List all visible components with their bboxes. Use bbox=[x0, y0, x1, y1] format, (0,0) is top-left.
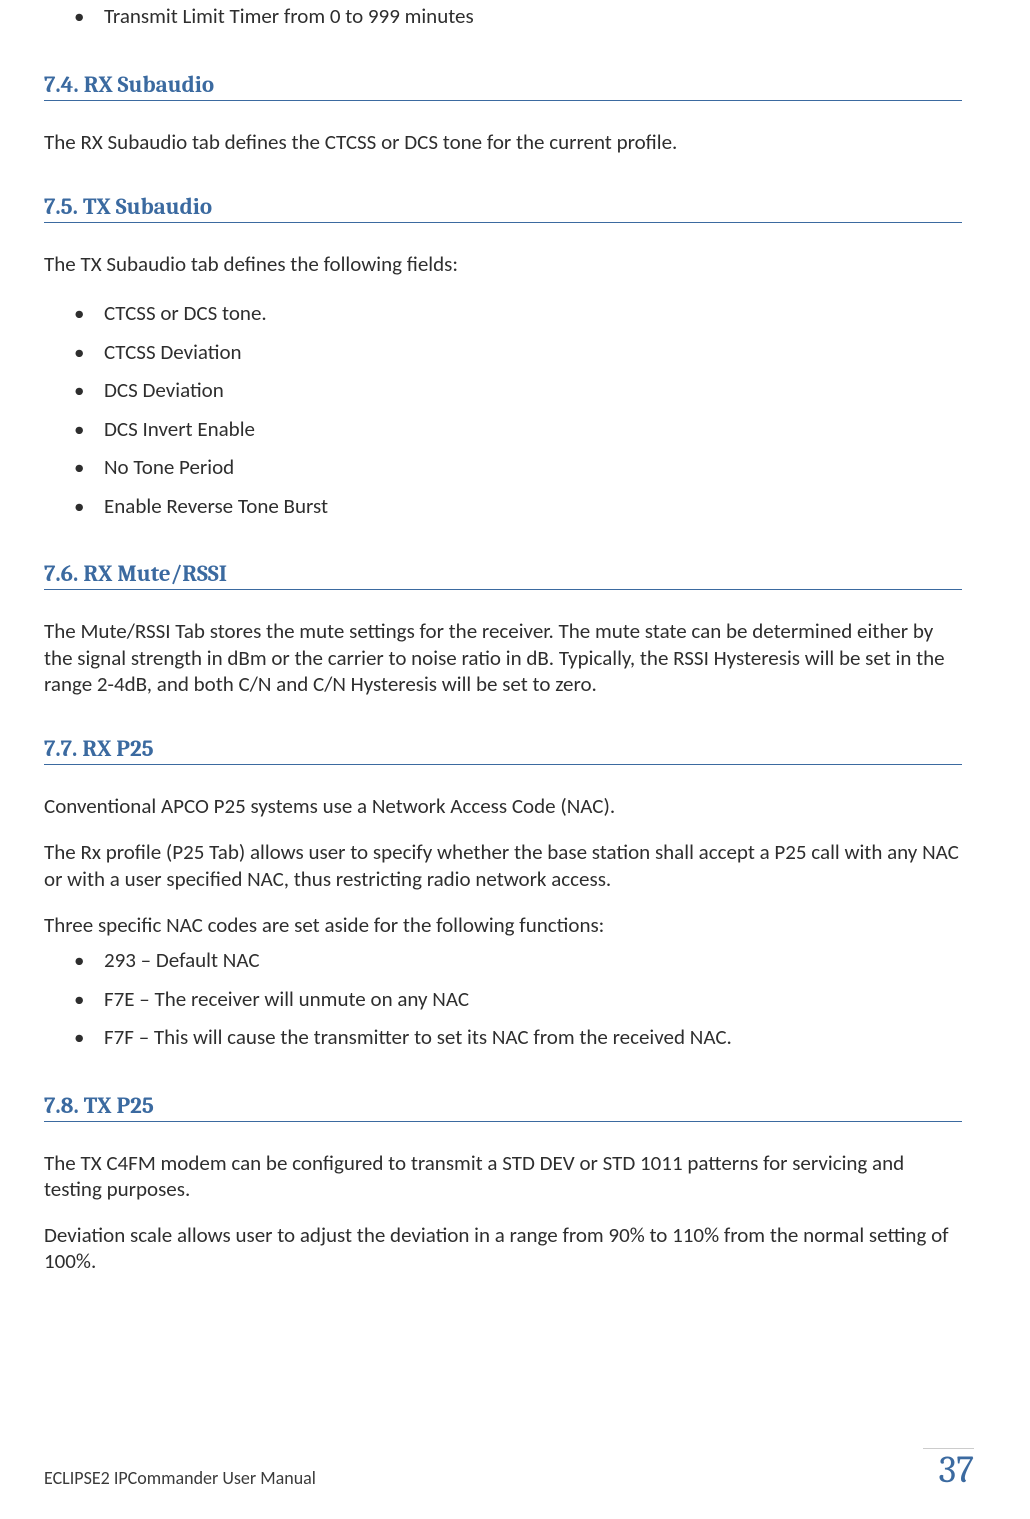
list-item: Transmit Limit Timer from 0 to 999 minut… bbox=[74, 0, 962, 33]
heading-7-6: 7.6. RX Mute/RSSI bbox=[44, 560, 962, 590]
list-item: No Tone Period bbox=[74, 451, 962, 484]
paragraph: The Mute/RSSI Tab stores the mute settin… bbox=[44, 618, 962, 697]
paragraph: Conventional APCO P25 systems use a Netw… bbox=[44, 793, 962, 819]
list-item: F7F – This will cause the transmitter to… bbox=[74, 1021, 962, 1054]
page: Transmit Limit Timer from 0 to 999 minut… bbox=[0, 0, 1030, 1519]
list-item: CTCSS Deviation bbox=[74, 336, 962, 369]
paragraph: The RX Subaudio tab defines the CTCSS or… bbox=[44, 129, 962, 155]
list-item: F7E – The receiver will unmute on any NA… bbox=[74, 983, 962, 1016]
heading-7-7: 7.7. RX P25 bbox=[44, 735, 962, 765]
list-item: Enable Reverse Tone Burst bbox=[74, 490, 962, 523]
list-item: DCS Deviation bbox=[74, 374, 962, 407]
paragraph: The Rx profile (P25 Tab) allows user to … bbox=[44, 839, 962, 892]
top-list: Transmit Limit Timer from 0 to 999 minut… bbox=[44, 0, 962, 33]
list-item: DCS Invert Enable bbox=[74, 413, 962, 446]
content-area: Transmit Limit Timer from 0 to 999 minut… bbox=[44, 0, 962, 1275]
heading-7-5: 7.5. TX Subaudio bbox=[44, 193, 962, 223]
page-number: 37 bbox=[923, 1448, 974, 1489]
list-item: 293 – Default NAC bbox=[74, 944, 962, 977]
paragraph: Deviation scale allows user to adjust th… bbox=[44, 1222, 962, 1275]
list-item: CTCSS or DCS tone. bbox=[74, 297, 962, 330]
tx-subaudio-list: CTCSS or DCS tone. CTCSS Deviation DCS D… bbox=[44, 297, 962, 522]
heading-7-4: 7.4. RX Subaudio bbox=[44, 71, 962, 101]
heading-7-8: 7.8. TX P25 bbox=[44, 1092, 962, 1122]
paragraph: The TX Subaudio tab defines the followin… bbox=[44, 251, 962, 277]
footer-title: ECLIPSE2 IPCommander User Manual bbox=[44, 1467, 316, 1489]
nac-list: 293 – Default NAC F7E – The receiver wil… bbox=[44, 944, 962, 1054]
paragraph: Three specific NAC codes are set aside f… bbox=[44, 912, 962, 938]
footer: ECLIPSE2 IPCommander User Manual 37 bbox=[44, 1448, 974, 1489]
paragraph: The TX C4FM modem can be configured to t… bbox=[44, 1150, 962, 1203]
